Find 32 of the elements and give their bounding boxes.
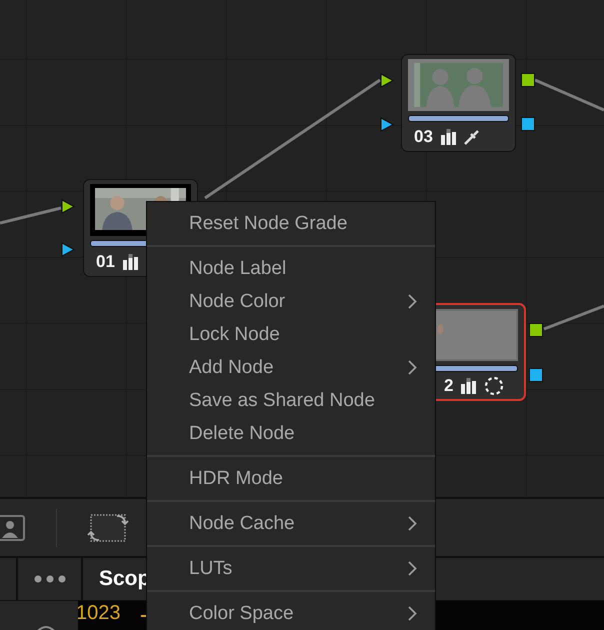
person-frame-icon[interactable] [0, 512, 26, 542]
output-port[interactable] [529, 368, 543, 382]
node-label: 2 [444, 376, 454, 396]
dashed-circle-icon [484, 376, 504, 396]
connection-line [543, 304, 604, 330]
menu-item[interactable]: Delete Node [147, 417, 435, 450]
chevron-icon [408, 294, 417, 309]
input-port[interactable] [380, 73, 394, 88]
input-port[interactable] [61, 242, 75, 257]
bars-icon [440, 128, 456, 144]
input-port[interactable] [380, 117, 394, 132]
menu-item[interactable]: Color Space [147, 597, 435, 630]
node-label: 03 [414, 126, 433, 146]
menu-item[interactable]: LUTs [147, 552, 435, 585]
output-port[interactable] [521, 73, 535, 87]
chevron-icon [408, 561, 417, 576]
connection-line [534, 78, 604, 112]
menu-item[interactable]: HDR Mode [147, 462, 435, 495]
output-port[interactable] [521, 117, 535, 131]
input-port[interactable] [61, 199, 75, 214]
node-label: 01 [96, 252, 115, 272]
output-port[interactable] [529, 323, 543, 337]
more-icon[interactable] [34, 575, 66, 583]
scope-value: 1023 [76, 601, 120, 625]
chevron-icon [408, 516, 417, 531]
chevron-icon [408, 606, 417, 621]
bars-icon [122, 254, 138, 270]
bars-icon [461, 378, 476, 394]
connection-line [0, 206, 62, 224]
chevron-icon [408, 360, 417, 375]
node[interactable]: 03 [401, 54, 516, 152]
pipette-icon [464, 128, 480, 144]
